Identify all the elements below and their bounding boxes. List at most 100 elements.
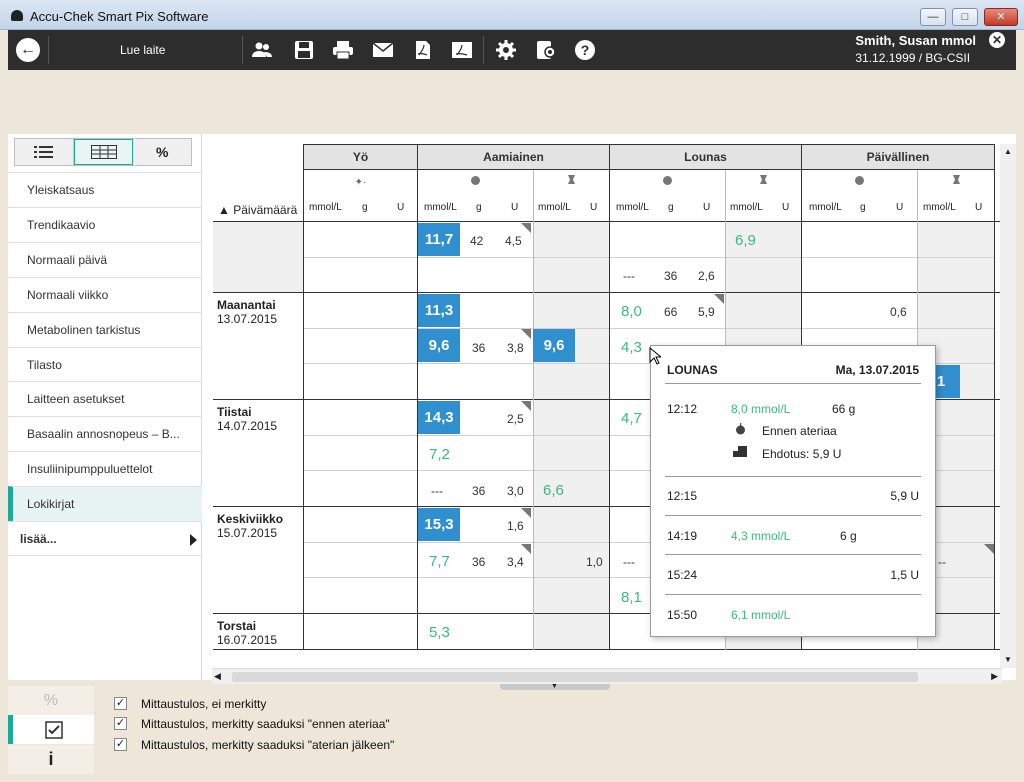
chevron-down-icon[interactable]: ▼ xyxy=(551,683,558,690)
bg-cell[interactable]: 9,6 xyxy=(418,329,460,362)
bg-cell[interactable]: 5,3 xyxy=(429,624,450,641)
print-icon[interactable] xyxy=(330,38,356,62)
unit-u: U xyxy=(590,202,598,213)
list-view-icon[interactable] xyxy=(15,139,74,165)
bg-cell[interactable]: 4,7 xyxy=(621,410,642,427)
read-device-button[interactable]: Lue laite xyxy=(120,43,165,57)
horizontal-scrollbar[interactable]: ◀ ▶ xyxy=(212,668,1002,684)
unit-mmol: mmol/L xyxy=(730,202,763,213)
window-titlebar: Accu-Chek Smart Pix Software — □ ✕ xyxy=(0,0,1024,30)
nav-statistics[interactable]: Tilasto xyxy=(8,347,202,382)
legend-tab-info[interactable]: i xyxy=(8,745,94,774)
nav-standard-day[interactable]: Normaali päivä xyxy=(8,242,202,277)
bg-cell[interactable]: 8,1 xyxy=(621,589,642,606)
device-settings-icon[interactable] xyxy=(533,38,559,62)
bg-cell[interactable]: 14,3 xyxy=(418,401,460,434)
scroll-right-icon[interactable]: ▶ xyxy=(991,671,998,682)
bg-cell[interactable]: 6,9 xyxy=(735,232,756,249)
email-icon[interactable] xyxy=(370,38,396,62)
popup-time: 15:50 xyxy=(667,608,698,622)
bg-cell[interactable]: 8,0 xyxy=(621,303,642,320)
bg-cell[interactable]: 7,7 xyxy=(429,553,450,570)
bg-cell[interactable]: 15,3 xyxy=(418,508,460,541)
popup-time: 14:19 xyxy=(667,529,698,543)
nav-logbook[interactable]: Lokikirjat xyxy=(8,486,202,521)
patients-icon[interactable] xyxy=(249,38,275,62)
help-icon[interactable]: ? xyxy=(572,38,598,62)
bg-cell[interactable]: 11,7 xyxy=(418,223,460,256)
maximize-button[interactable]: □ xyxy=(952,8,978,26)
bg-cell[interactable]: 4,3 xyxy=(621,339,642,356)
table-view-icon[interactable] xyxy=(73,139,134,165)
nav-overview[interactable]: Yleiskatsaus xyxy=(8,172,202,207)
popup-date: Ma, 13.07.2015 xyxy=(835,363,919,377)
unit-g: g xyxy=(476,202,482,213)
nav-device-settings[interactable]: Laitteen asetukset xyxy=(8,381,202,416)
scroll-left-icon[interactable]: ◀ xyxy=(214,671,221,682)
popup-carb: 6 g xyxy=(840,529,857,543)
legend-tab-percent[interactable]: % xyxy=(8,686,94,715)
before-meal-apple-icon xyxy=(418,170,533,196)
before-meal-apple-icon xyxy=(610,170,725,196)
insulin-cell: 3,4 xyxy=(507,555,524,569)
nav-metabolic-check[interactable]: Metabolinen tarkistus xyxy=(8,312,202,347)
group-night: Yö xyxy=(303,144,418,170)
view-switcher: % xyxy=(14,138,192,166)
scroll-down-icon[interactable]: ▼ xyxy=(1000,652,1016,668)
popup-time: 12:15 xyxy=(667,489,698,503)
empty-bg-cell: --- xyxy=(623,269,635,283)
nav-more[interactable]: lisää... xyxy=(8,521,202,556)
unit-g: g xyxy=(362,202,368,213)
nav-basal-rate[interactable]: Basaalin annosnopeus – B... xyxy=(8,416,202,451)
save-icon[interactable] xyxy=(291,38,317,62)
minimize-button[interactable]: — xyxy=(920,8,946,26)
left-navigation: % Yleiskatsaus Trendikaavio Normaali päi… xyxy=(8,134,202,680)
header-band xyxy=(8,70,1016,134)
bg-cell[interactable]: 11,3 xyxy=(418,294,460,327)
popup-bg-value: 4,3 mmol/L xyxy=(731,529,791,543)
unit-u: U xyxy=(511,202,519,213)
close-window-button[interactable]: ✕ xyxy=(984,8,1018,26)
nav-standard-week[interactable]: Normaali viikko xyxy=(8,277,202,312)
percent-view-button[interactable]: % xyxy=(133,139,191,165)
scroll-thumb[interactable] xyxy=(232,672,918,682)
main-toolbar: ← Lue laite ? Smith, Susan mmol 31.12.19… xyxy=(8,30,1016,70)
unit-g: g xyxy=(668,202,674,213)
day-thursday: Torstai 16.07.2015 xyxy=(217,619,278,647)
bolus-suggestion-icon xyxy=(733,446,747,460)
sort-by-date[interactable]: ▲ Päivämäärä xyxy=(218,203,297,217)
legend-checkbox[interactable]: ✓ xyxy=(114,738,127,751)
close-patient-icon[interactable]: ✕ xyxy=(989,32,1005,48)
legend-checkbox[interactable]: ✓ xyxy=(114,717,127,730)
bg-cell[interactable]: 7,2 xyxy=(429,446,450,463)
patient-detail: 31.12.1999 / BG-CSII xyxy=(855,51,971,65)
legend-checkbox[interactable]: ✓ xyxy=(114,697,127,710)
nav-trend-graph[interactable]: Trendikaavio xyxy=(8,207,202,242)
insulin-cell: 0,6 xyxy=(890,305,907,319)
nav-pump-lists[interactable]: Insuliinipumppuluettelot xyxy=(8,451,202,486)
carb-cell: 42 xyxy=(470,234,484,248)
settings-gear-icon[interactable] xyxy=(493,38,519,62)
bg-cell[interactable]: 6,6 xyxy=(543,482,564,499)
bg-cell[interactable]: 9,6 xyxy=(533,329,575,362)
app-logo-icon xyxy=(11,10,23,21)
insulin-cell: 3,0 xyxy=(507,484,524,498)
empty-bg-cell: -- xyxy=(938,555,946,569)
note-corner-icon xyxy=(714,294,724,304)
popup-title: LOUNAS xyxy=(667,363,718,377)
scroll-up-icon[interactable]: ▲ xyxy=(1000,144,1016,160)
pdf-export-icon[interactable] xyxy=(449,38,475,62)
before-meal-apple-icon xyxy=(802,170,917,196)
window-title: Accu-Chek Smart Pix Software xyxy=(30,9,209,24)
back-button[interactable]: ← xyxy=(16,38,40,62)
pdf-icon[interactable] xyxy=(410,38,436,62)
popup-before-meal: Ennen ateriaa xyxy=(762,424,837,438)
legend-tab-checkbox-icon[interactable] xyxy=(8,715,94,744)
popup-carb: 66 g xyxy=(832,402,856,416)
unit-u: U xyxy=(782,202,790,213)
unit-u: U xyxy=(896,202,904,213)
patient-name: Smith, Susan mmol xyxy=(855,33,976,48)
unit-u: U xyxy=(975,202,983,213)
group-breakfast: Aamiainen xyxy=(417,144,610,170)
vertical-scrollbar[interactable]: ▲ ▼ xyxy=(1000,144,1016,668)
